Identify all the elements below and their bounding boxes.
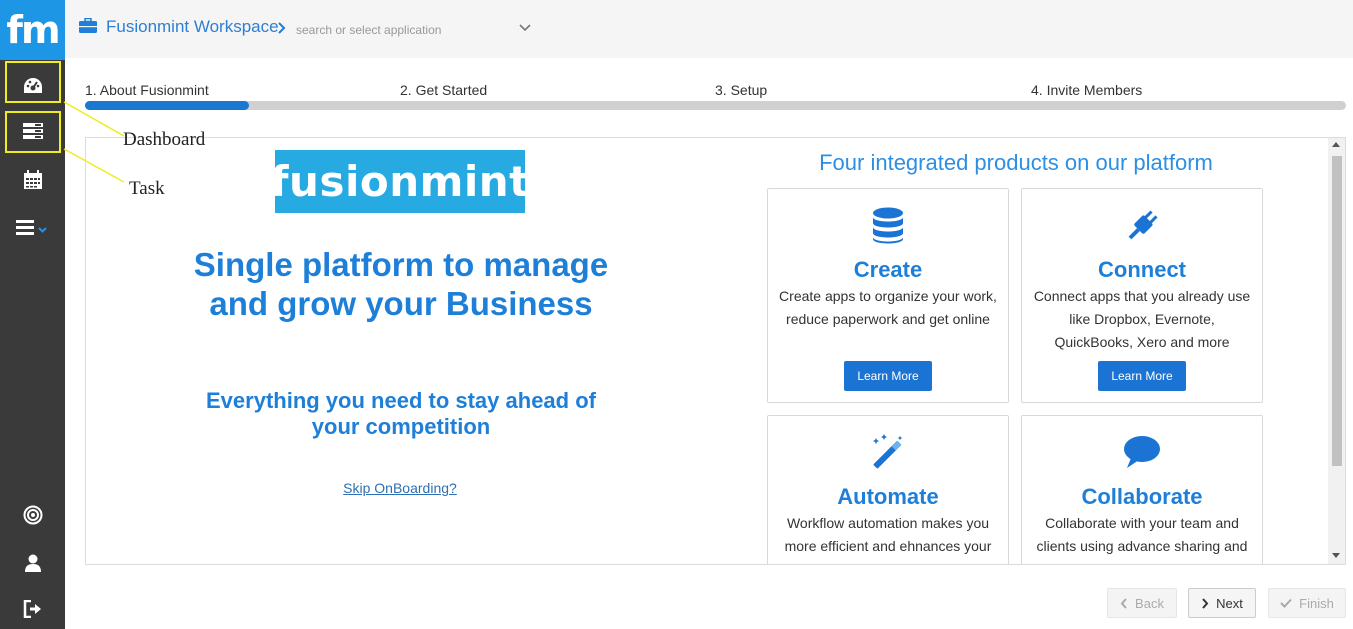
step-about[interactable]: 1. About Fusionmint bbox=[85, 82, 209, 98]
product-card-description: Connect apps that you already use like D… bbox=[1033, 288, 1251, 350]
scrollbar-thumb[interactable] bbox=[1332, 156, 1342, 466]
scroll-up-arrow-icon[interactable] bbox=[1332, 142, 1340, 147]
product-card-description: Workflow automation makes you more effic… bbox=[784, 515, 992, 554]
intro-subline-line-2: your competition bbox=[311, 414, 491, 439]
annotation-dashboard-label: Dashboard bbox=[123, 129, 206, 150]
next-label: Next bbox=[1216, 595, 1243, 611]
chevron-right-icon bbox=[1202, 597, 1209, 609]
sidebar: fm bbox=[0, 0, 65, 629]
intro-subline: Everything you need to stay ahead of you… bbox=[186, 388, 616, 440]
onboarding-panel: fusionmint Single platform to manage and… bbox=[85, 137, 1346, 565]
product-card-create: Create Create apps to organize your work… bbox=[767, 188, 1009, 403]
skip-onboarding-link[interactable]: Skip OnBoarding? bbox=[286, 480, 514, 496]
calendar-icon bbox=[23, 170, 42, 189]
product-card-connect: Connect Connect apps that you already us… bbox=[1021, 188, 1263, 403]
magic-wand-icon bbox=[873, 434, 903, 469]
database-icon bbox=[873, 207, 903, 244]
product-card-description: Collaborate with your team and clients u… bbox=[1036, 515, 1248, 554]
dashboard-highlight-box bbox=[5, 61, 61, 103]
annotation-task-label: Task bbox=[129, 178, 165, 199]
intro-headline: Single platform to manage and grow your … bbox=[146, 245, 656, 323]
wizard-progress-bar bbox=[85, 101, 1346, 110]
check-icon bbox=[1280, 598, 1292, 608]
back-label: Back bbox=[1135, 595, 1164, 611]
panel-scrollbar[interactable] bbox=[1328, 138, 1345, 564]
product-card-collaborate: Collaborate Collaborate with your team a… bbox=[1021, 415, 1263, 564]
application-search-input[interactable] bbox=[296, 20, 526, 40]
product-card-automate: Automate Workflow automation makes you m… bbox=[767, 415, 1009, 564]
menu-button[interactable] bbox=[0, 207, 65, 247]
step-get-started[interactable]: 2. Get Started bbox=[400, 82, 487, 98]
intro-headline-line-1: Single platform to manage bbox=[193, 246, 609, 283]
user-icon bbox=[24, 554, 41, 572]
target-icon bbox=[23, 505, 42, 525]
workspace-title[interactable]: Fusionmint Workspace bbox=[106, 17, 279, 37]
connect-learn-more-button[interactable]: Learn More bbox=[1098, 361, 1186, 391]
wizard-progress-fill bbox=[85, 101, 249, 110]
logout-icon bbox=[23, 600, 41, 618]
calendar-button[interactable] bbox=[0, 160, 65, 200]
product-card-title: Automate bbox=[837, 484, 939, 509]
back-button[interactable]: Back bbox=[1107, 588, 1177, 618]
step-invite-members[interactable]: 4. Invite Members bbox=[1031, 82, 1142, 98]
chevron-right-icon bbox=[278, 22, 286, 34]
user-button[interactable] bbox=[0, 543, 65, 583]
product-card-title: Create bbox=[853, 257, 923, 282]
chevron-left-icon bbox=[1120, 597, 1127, 609]
create-learn-more-button[interactable]: Learn More bbox=[844, 361, 932, 391]
chevron-down-icon[interactable] bbox=[519, 24, 531, 32]
logout-button[interactable] bbox=[0, 589, 65, 629]
step-setup[interactable]: 3. Setup bbox=[715, 82, 767, 98]
chat-bubble-icon bbox=[1124, 436, 1160, 468]
briefcase-icon bbox=[79, 18, 97, 33]
task-highlight-box bbox=[5, 111, 61, 153]
next-button[interactable]: Next bbox=[1188, 588, 1256, 618]
product-card-title: Collaborate bbox=[1081, 484, 1203, 509]
menu-icon bbox=[15, 220, 47, 235]
intro-subline-line-1: Everything you need to stay ahead of bbox=[206, 388, 596, 413]
product-card-description: Create apps to organize your work, reduc… bbox=[779, 288, 997, 327]
products-title: Four integrated products on our platform bbox=[819, 150, 1213, 175]
fusionmint-brand-logo: fusionmint bbox=[270, 150, 529, 213]
finish-button[interactable]: Finish bbox=[1268, 588, 1346, 618]
plug-icon bbox=[1128, 210, 1158, 240]
app-logo[interactable]: fm bbox=[0, 0, 65, 60]
product-card-title: Connect bbox=[1098, 257, 1186, 282]
intro-headline-line-2: and grow your Business bbox=[209, 285, 593, 322]
scroll-down-arrow-icon[interactable] bbox=[1332, 553, 1340, 558]
top-bar: Fusionmint Workspace bbox=[65, 0, 1353, 58]
target-button[interactable] bbox=[0, 495, 65, 535]
finish-label: Finish bbox=[1299, 595, 1334, 611]
